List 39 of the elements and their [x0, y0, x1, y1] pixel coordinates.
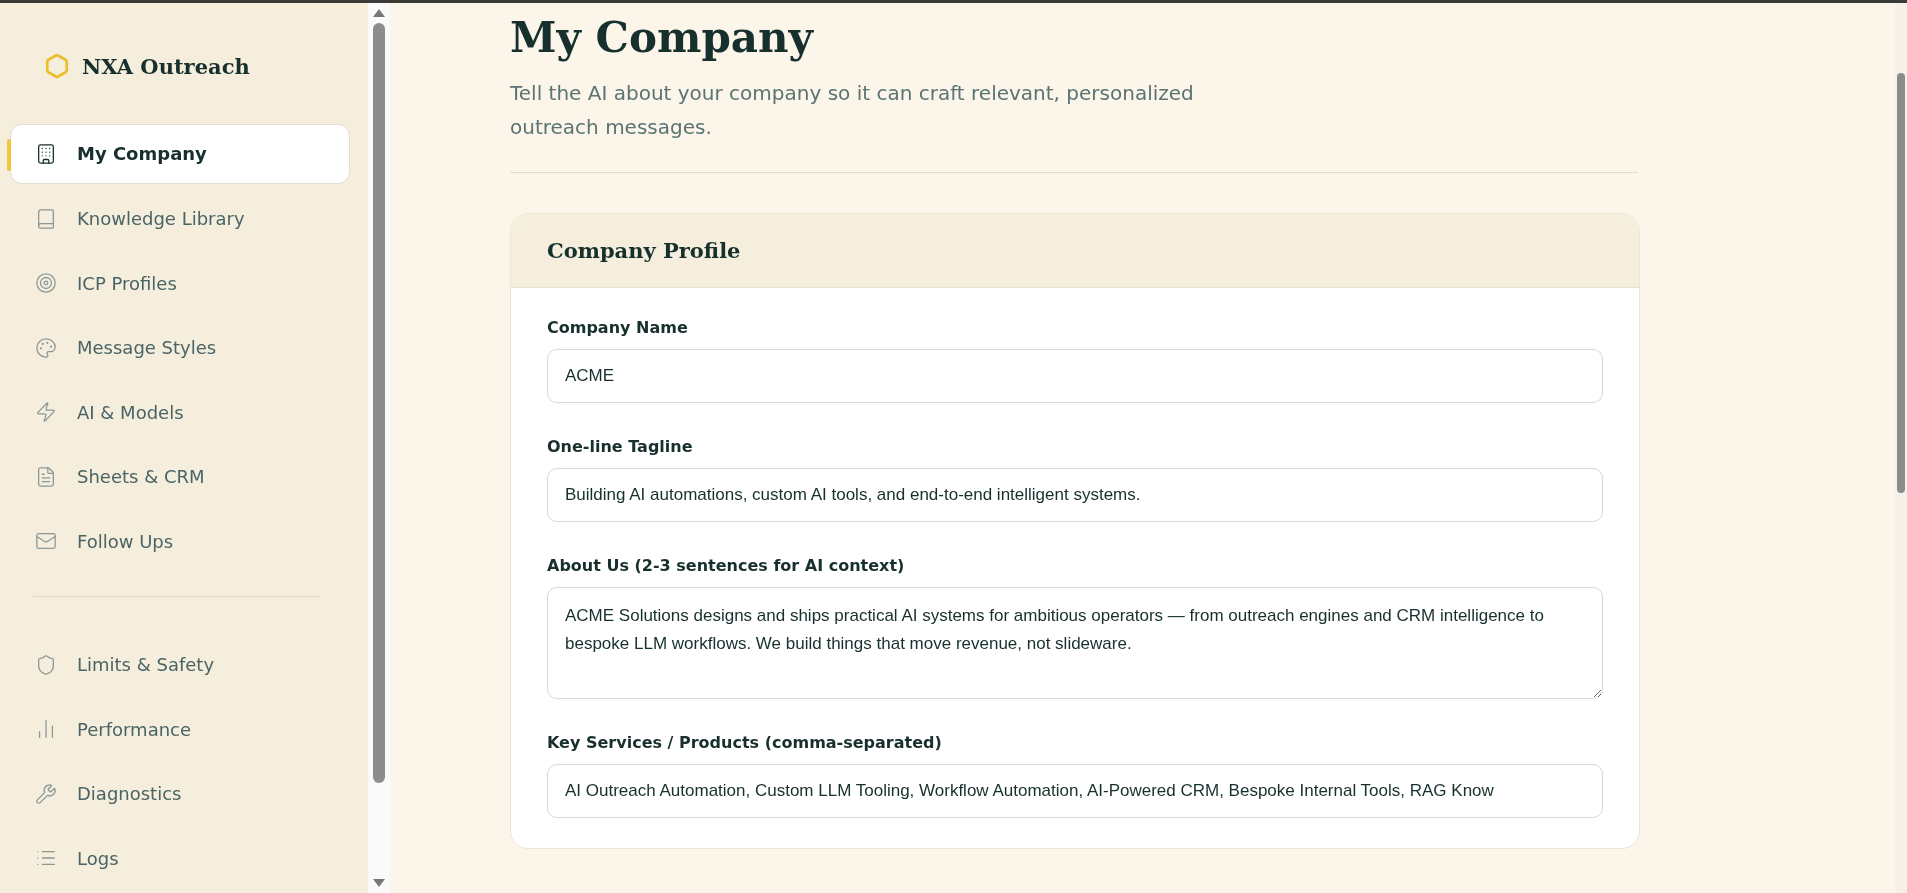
nav-item[interactable]: My Company — [10, 124, 350, 184]
nav-item[interactable]: Message Styles — [10, 317, 350, 378]
scrollbar-thumb[interactable] — [1897, 73, 1905, 493]
input-field[interactable]: Building AI automations, custom AI tools, and end-to-end intelligent systems. — [547, 468, 1603, 522]
book-icon — [35, 207, 57, 230]
shield-icon — [35, 653, 57, 676]
page-title: My Company — [510, 13, 815, 62]
active-indicator — [7, 139, 11, 171]
nav-item[interactable]: Follow Ups — [10, 511, 350, 572]
building-icon — [35, 142, 57, 165]
field-label: Key Services / Products (comma-separated) — [547, 733, 943, 752]
scroll-down-icon[interactable] — [373, 879, 385, 887]
wrench-icon — [35, 782, 57, 805]
nav-item[interactable]: Diagnostics — [10, 763, 350, 824]
nav-item[interactable]: Logs — [10, 828, 350, 889]
nav-item[interactable]: Knowledge Library — [10, 188, 350, 249]
input-field[interactable]: ACME — [547, 349, 1603, 403]
nav-item[interactable]: ICP Profiles — [10, 253, 350, 314]
field-label: Company Name — [547, 318, 689, 337]
brand-name: NXA Outreach — [82, 53, 250, 79]
lightning-icon — [35, 401, 57, 424]
nav-item[interactable]: Limits & Safety — [10, 634, 350, 695]
field-label: One-line Tagline — [547, 437, 694, 456]
nav-item[interactable]: Performance — [10, 699, 350, 760]
field-label: About Us (2-3 sentences for AI context) — [547, 556, 906, 575]
card-title: Company Profile — [547, 238, 742, 263]
scroll-up-icon[interactable] — [373, 9, 385, 17]
palette-icon — [35, 336, 57, 359]
input-field[interactable]: AI Outreach Automation, Custom LLM Tooling, Workflow Automation, AI-Powered CRM, Bespoke Internal Tools, RAG Know — [547, 764, 1603, 818]
nav-item[interactable]: AI & Models — [10, 382, 350, 443]
text-area[interactable]: ACME Solutions designs and ships practical AI systems for ambitious operators — from outreach engines and CRM intelligence to bespoke LLM workflows. We build things that move revenue, not slideware. — [547, 587, 1603, 699]
scrollbar-thumb[interactable] — [373, 23, 385, 783]
target-icon — [35, 272, 57, 295]
nav-item[interactable]: Sheets & CRM — [10, 446, 350, 507]
hexagon-logo-icon — [44, 53, 70, 79]
scrollbar[interactable] — [1895, 3, 1907, 893]
page-subtitle: Tell the AI about your company so it can craft relevant, personalized outreach messages. — [510, 80, 1195, 141]
document-icon — [35, 465, 57, 488]
scrollbar[interactable] — [368, 3, 390, 893]
